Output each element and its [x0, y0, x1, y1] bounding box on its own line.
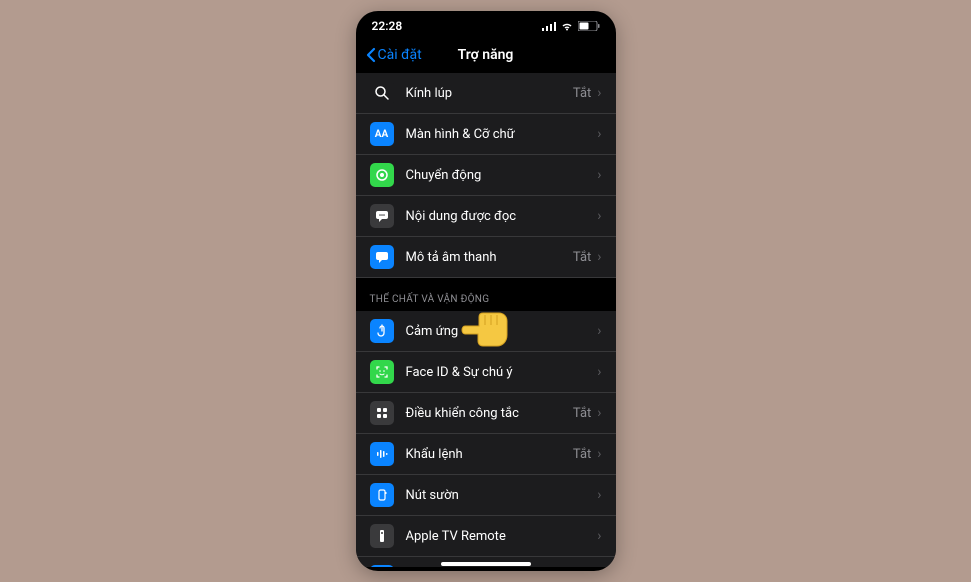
text-size-icon: AA — [370, 122, 394, 146]
row-display[interactable]: AA Màn hình & Cỡ chữ › — [356, 114, 616, 155]
chevron-right-icon: › — [597, 528, 601, 544]
back-label: Cài đặt — [378, 47, 422, 63]
row-voice[interactable]: Khẩu lệnh Tắt › — [356, 434, 616, 475]
row-motion[interactable]: Chuyển động › — [356, 155, 616, 196]
row-label: Face ID & Sự chú ý — [406, 365, 598, 380]
row-value: Tắt — [573, 86, 591, 101]
home-indicator[interactable] — [441, 562, 531, 566]
row-label: Apple TV Remote — [406, 529, 598, 544]
nav-bar: Cài đặt Trợ năng — [356, 37, 616, 73]
row-sidebutton[interactable]: Nút sườn › — [356, 475, 616, 516]
row-label: Nội dung được đọc — [406, 209, 598, 224]
row-touch[interactable]: Cảm ứng › — [356, 311, 616, 352]
faceid-icon — [370, 360, 394, 384]
back-button[interactable]: Cài đặt — [366, 47, 422, 63]
pointer-control-icon — [370, 565, 394, 567]
touch-icon — [370, 319, 394, 343]
row-switch[interactable]: Điều khiển công tắc Tắt › — [356, 393, 616, 434]
chevron-right-icon: › — [597, 167, 601, 183]
row-spoken[interactable]: Nội dung được đọc › — [356, 196, 616, 237]
row-atvremote[interactable]: Apple TV Remote › — [356, 516, 616, 557]
row-label: Kính lúp — [406, 86, 573, 101]
nav-title: Trợ năng — [458, 47, 514, 63]
settings-content[interactable]: Kính lúp Tắt › AA Màn hình & Cỡ chữ › Ch… — [356, 73, 616, 567]
chevron-right-icon: › — [597, 85, 601, 101]
status-bar: 22:28 — [356, 11, 616, 37]
chevron-right-icon: › — [597, 208, 601, 224]
row-label: Nút sườn — [406, 488, 598, 503]
row-label: Màn hình & Cỡ chữ — [406, 127, 598, 142]
row-faceid[interactable]: Face ID & Sự chú ý › — [356, 352, 616, 393]
voice-control-icon — [370, 442, 394, 466]
wifi-icon — [560, 21, 574, 31]
row-label: Khẩu lệnh — [406, 447, 573, 462]
row-label: Điều khiển công tắc — [406, 406, 573, 421]
row-audiodesc[interactable]: Mô tả âm thanh Tắt › — [356, 237, 616, 278]
side-button-icon — [370, 483, 394, 507]
signal-icon — [542, 21, 556, 31]
chevron-right-icon: › — [597, 446, 601, 462]
chevron-right-icon: › — [597, 364, 601, 380]
status-icons — [542, 21, 600, 31]
chevron-right-icon: › — [597, 323, 601, 339]
chevron-right-icon: › — [597, 487, 601, 503]
chevron-left-icon — [366, 47, 376, 63]
chevron-right-icon: › — [597, 405, 601, 421]
chevron-right-icon: › — [597, 126, 601, 142]
row-value: Tắt — [573, 447, 591, 462]
battery-icon — [578, 21, 600, 31]
motion-icon — [370, 163, 394, 187]
row-label: Chuyển động — [406, 168, 598, 183]
speech-bubble-icon — [370, 204, 394, 228]
audio-description-icon — [370, 245, 394, 269]
magnifier-icon — [370, 81, 394, 105]
row-value: Tắt — [573, 406, 591, 421]
chevron-right-icon: › — [597, 249, 601, 265]
section-header-physical: THỂ CHẤT VÀ VẬN ĐỘNG — [356, 278, 616, 311]
switch-control-icon — [370, 401, 394, 425]
row-label: Mô tả âm thanh — [406, 250, 573, 265]
row-value: Tắt — [573, 250, 591, 265]
status-time: 22:28 — [372, 19, 403, 33]
apple-tv-remote-icon — [370, 524, 394, 548]
row-label: Cảm ứng — [406, 324, 598, 339]
phone-screen: 22:28 Cài đặt Trợ năng Kính lúp Tắt › AA — [356, 11, 616, 571]
row-magnifier[interactable]: Kính lúp Tắt › — [356, 73, 616, 114]
